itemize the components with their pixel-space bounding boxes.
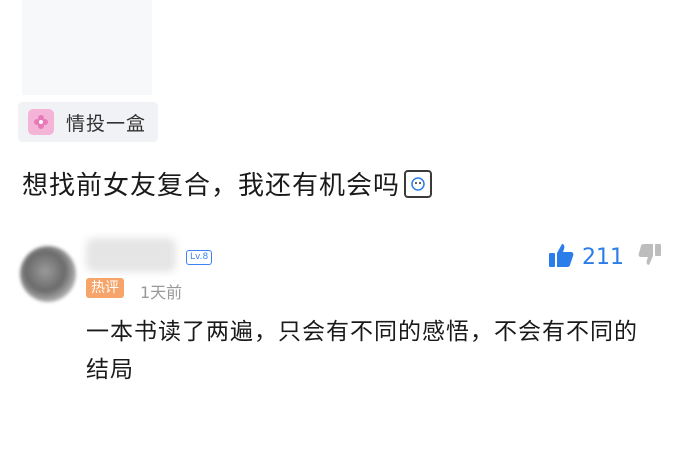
- comment-line-1: 一本书读了两遍，只会有不同的感悟，不会有不同的: [86, 319, 638, 345]
- comment-line-2: 结局: [86, 357, 134, 383]
- thumbs-down-icon[interactable]: [638, 243, 662, 271]
- flower-icon: [28, 109, 54, 135]
- comment-timestamp: 1天前: [140, 283, 183, 302]
- comment-text: 一本书读了两遍，只会有不同的感悟，不会有不同的 结局: [86, 313, 666, 389]
- level-badge: Lv.8: [186, 250, 213, 265]
- post-title-text: 想找前女友复合，我还有机会吗: [22, 171, 401, 201]
- post-title[interactable]: 想找前女友复合，我还有机会吗: [22, 165, 433, 202]
- hot-comment-badge: 热评: [86, 278, 124, 298]
- blurred-username[interactable]: [86, 238, 176, 272]
- like-controls: 211: [548, 242, 662, 272]
- topic-tag-label: 情投一盒: [66, 112, 147, 135]
- blurred-header-region: [22, 0, 152, 95]
- topic-tag[interactable]: 情投一盒: [18, 102, 158, 142]
- avatar[interactable]: [20, 246, 76, 302]
- like-count: 211: [582, 244, 624, 270]
- emoji-icon: [404, 169, 433, 198]
- thumbs-up-icon[interactable]: [548, 242, 574, 272]
